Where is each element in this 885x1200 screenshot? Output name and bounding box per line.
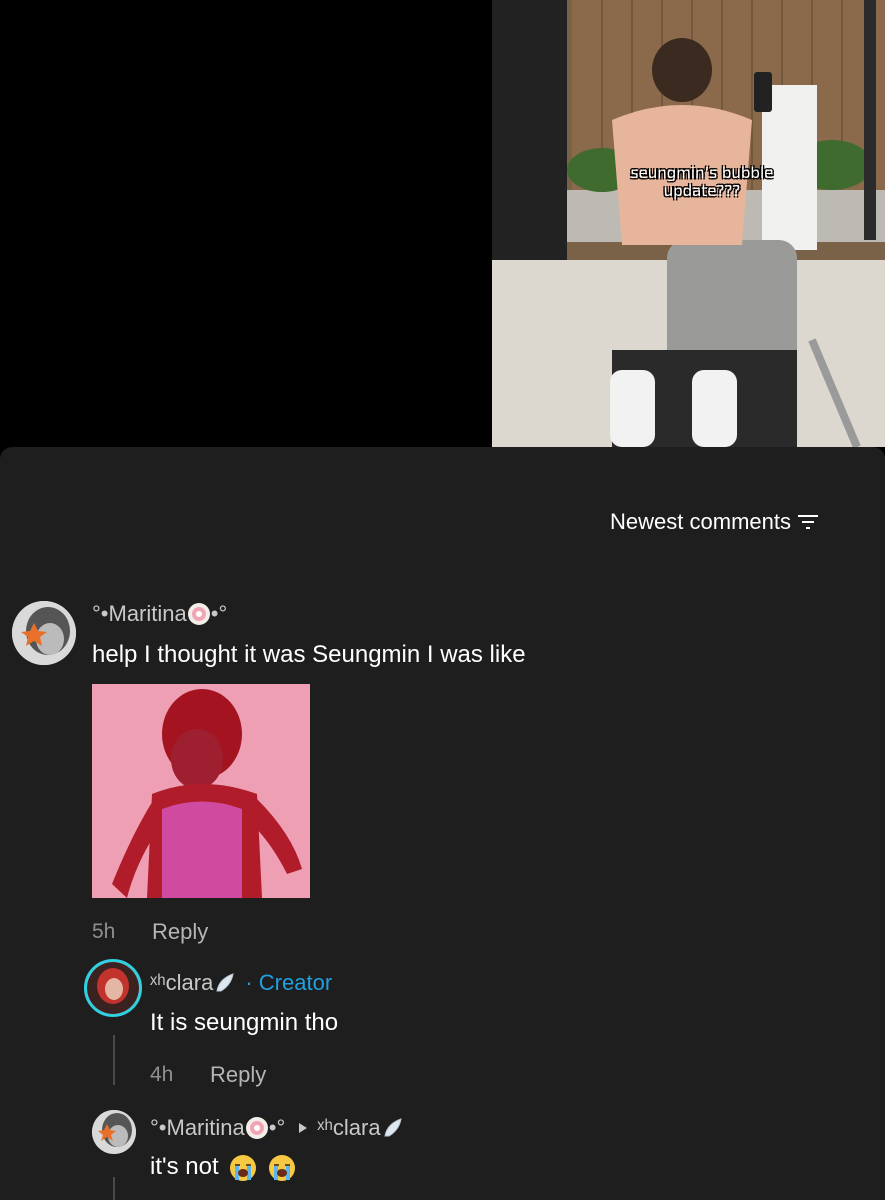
sort-dropdown[interactable]: Newest comments xyxy=(610,509,819,535)
username-suffix: •° xyxy=(268,1115,286,1140)
reply-button[interactable]: Reply xyxy=(210,1062,266,1088)
crying-emoji-icon xyxy=(230,1154,257,1181)
thread-line xyxy=(113,1035,115,1085)
flower-icon xyxy=(187,603,210,625)
reply-to-user[interactable]: ˣʰclara xyxy=(317,1115,380,1141)
filter-icon xyxy=(798,515,818,529)
username-text: °•Maritina xyxy=(92,601,187,626)
creator-badge: · Creator xyxy=(245,970,333,995)
avatar-image xyxy=(12,601,76,665)
reply-username[interactable]: °•Maritina •° ˣʰclara xyxy=(150,1115,405,1141)
video-player-area[interactable]: seungmin’s bubble update??? xyxy=(0,0,885,447)
video-scene xyxy=(492,0,885,447)
comments-sheet: Newest comments °•Maritina •° help I tho… xyxy=(0,447,885,1200)
comment-text: help I thought it was Seungmin I was lik… xyxy=(92,641,526,668)
reply-button[interactable]: Reply xyxy=(152,919,208,945)
reply-text: it's not xyxy=(150,1153,296,1182)
creator-avatar-image xyxy=(87,962,139,1014)
reply-time: 4h xyxy=(150,1063,174,1086)
avatar[interactable] xyxy=(12,601,76,665)
comment-username[interactable]: °•Maritina •° xyxy=(92,601,227,627)
username-text: °•Maritina xyxy=(150,1115,245,1140)
avatar-image xyxy=(92,1110,136,1154)
crying-emoji-icon xyxy=(268,1154,295,1181)
video-caption: seungmin’s bubble update??? xyxy=(630,164,774,200)
creator-avatar[interactable] xyxy=(84,959,142,1017)
reply-arrow-icon xyxy=(299,1123,308,1133)
thread-line xyxy=(113,1177,115,1200)
wing-icon xyxy=(384,1118,402,1137)
sort-label: Newest comments xyxy=(610,509,791,534)
gif-image xyxy=(92,684,310,898)
reply-username[interactable]: ˣʰclara · Creator xyxy=(150,970,332,996)
avatar[interactable] xyxy=(92,1110,136,1154)
flower-icon xyxy=(245,1117,268,1139)
comment-time: 5h xyxy=(92,920,116,943)
comment-gif[interactable] xyxy=(92,684,310,898)
username-text: ˣʰclara xyxy=(150,970,214,995)
reply-text: It is seungmin tho xyxy=(150,1009,339,1036)
video-frame[interactable]: seungmin’s bubble update??? xyxy=(492,0,885,447)
reply-text-content: it's not xyxy=(150,1153,219,1180)
username-suffix: •° xyxy=(210,601,228,626)
wing-icon xyxy=(216,973,234,992)
